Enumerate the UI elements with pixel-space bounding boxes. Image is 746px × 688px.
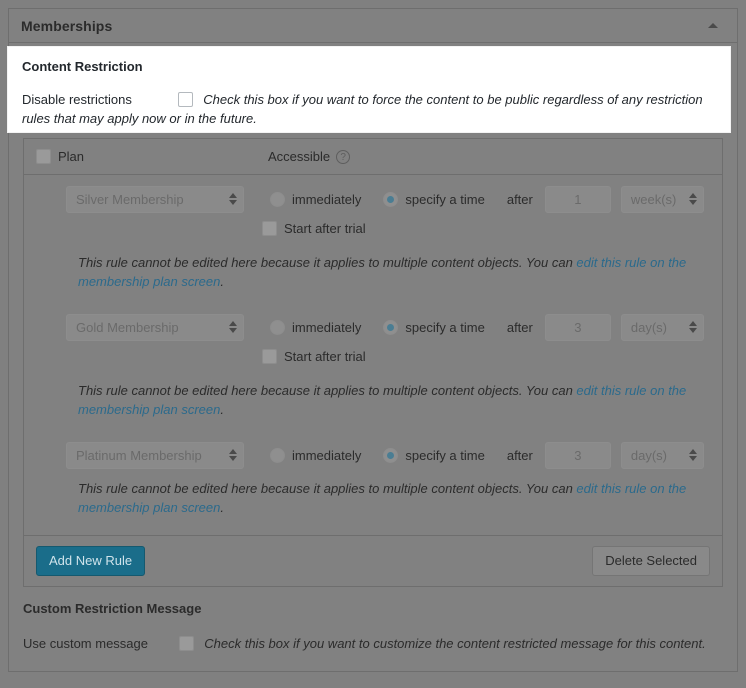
chevron-updown-icon [229,449,237,461]
chevron-updown-icon [688,321,697,333]
use-custom-message-description: Check this box if you want to customize … [204,636,706,651]
radio-immediately-label: immediately [292,191,362,207]
accessible-radio-group: immediately specify a time [270,319,507,335]
use-custom-message-label: Use custom message [23,636,148,651]
plan-select[interactable]: Gold Membership [66,313,244,341]
radio-immediately[interactable] [270,191,285,207]
chevron-updown-icon [229,193,237,205]
rule-notice-suffix: . [220,402,224,417]
rule-notice-suffix: . [220,500,224,515]
radio-specify-time-label: specify a time [405,319,485,335]
access-unit-select[interactable]: day(s) [620,313,704,341]
restriction-rules-table: Plan Accessible ? Silver Membership imme… [23,138,723,587]
access-unit-select[interactable]: week(s) [620,185,704,213]
content-restriction-section-title: Content Restriction [22,59,143,74]
page-title: Memberships [21,17,113,34]
plan-select-value: Platinum Membership [76,447,202,463]
access-unit-value: day(s) [630,319,667,335]
after-label: after [506,447,533,463]
disable-restrictions-row: Disable restrictions Check this box if y… [22,90,716,128]
access-unit-select[interactable]: day(s) [620,441,704,469]
plan-select[interactable]: Silver Membership [66,185,244,213]
caret-up-icon [708,23,718,28]
use-custom-message-checkbox[interactable] [178,636,194,651]
rule-row: Gold Membership immediately specify a ti… [24,303,722,431]
plan-select-value: Silver Membership [76,191,184,207]
start-after-trial-checkbox[interactable] [262,220,277,236]
rule-notice: This rule cannot be edited here because … [36,371,710,431]
custom-restriction-message-section: Custom Restriction Message Use custom me… [9,587,737,671]
delete-selected-button[interactable]: Delete Selected [592,546,710,576]
rule-notice-prefix: This rule cannot be edited here because … [78,255,577,270]
use-custom-message-row: Use custom message Check this box if you… [23,634,723,653]
rule-controls: Silver Membership immediately specify a … [36,185,710,213]
trial-row: Start after trial [36,213,710,243]
rules-table-header: Plan Accessible ? [24,139,722,175]
start-after-trial-checkbox[interactable] [262,348,277,364]
column-header-accessible-label: Accessible [268,149,331,164]
after-label: after [506,191,533,207]
start-after-trial-label: Start after trial [284,220,366,236]
help-icon[interactable]: ? [336,149,351,164]
rule-notice-suffix: . [220,274,224,289]
access-unit-value: day(s) [630,447,667,463]
radio-specify-time[interactable] [383,319,399,335]
rule-notice-prefix: This rule cannot be edited here because … [78,383,577,398]
accessible-radio-group: immediately specify a time [270,447,507,463]
content-restriction-spotlight: Content Restriction Disable restrictions… [8,47,730,132]
radio-specify-time-label: specify a time [405,447,485,463]
radio-immediately[interactable] [270,319,285,335]
rules-actions-bar: Add New Rule Delete Selected [24,535,722,586]
disable-restrictions-checkbox[interactable] [177,92,193,107]
add-new-rule-button[interactable]: Add New Rule [36,546,146,576]
trial-row: Start after trial [36,341,710,371]
membership-plan-screen-link[interactable]: membership plan screen [78,500,220,515]
radio-specify-time[interactable] [383,447,399,463]
column-header-plan-label: Plan [58,149,85,164]
metabox-body: Plan Accessible ? Silver Membership imme… [9,43,737,671]
plan-select[interactable]: Platinum Membership [66,441,244,469]
membership-plan-screen-link[interactable]: membership plan screen [78,402,220,417]
access-amount-input[interactable]: 3 [544,313,611,341]
edit-rule-link[interactable]: edit this rule on the [576,481,686,496]
radio-specify-time[interactable] [383,191,399,207]
rule-notice-prefix: This rule cannot be edited here because … [78,481,577,496]
custom-message-section-title: Custom Restriction Message [23,601,202,616]
rule-controls: Platinum Membership immediately specify … [36,441,710,469]
rule-controls: Gold Membership immediately specify a ti… [36,313,710,341]
accessible-radio-group: immediately specify a time [270,191,507,207]
after-label: after [506,319,533,335]
edit-rule-link[interactable]: edit this rule on the [576,255,686,270]
rule-row: Platinum Membership immediately specify … [24,431,722,529]
radio-specify-time-label: specify a time [405,191,485,207]
column-header-plan: Plan [36,149,268,164]
access-unit-value: week(s) [630,191,677,207]
metabox-header: Memberships [9,9,737,43]
rule-notice: This rule cannot be edited here because … [36,243,710,303]
edit-rule-link[interactable]: edit this rule on the [576,383,686,398]
disable-restrictions-label: Disable restrictions [22,92,132,107]
select-all-checkbox[interactable] [36,149,51,164]
collapse-toggle-button[interactable] [699,9,727,42]
chevron-updown-icon [688,449,697,461]
radio-immediately-label: immediately [292,447,362,463]
rule-row: Silver Membership immediately specify a … [24,175,722,303]
dimmed-page-overlay: Memberships Plan Accessible ? Silver Mem… [0,0,746,688]
start-after-trial-label: Start after trial [284,348,366,364]
rule-notice: This rule cannot be edited here because … [36,469,710,529]
access-amount-input[interactable]: 1 [544,185,611,213]
access-amount-input[interactable]: 3 [544,441,611,469]
column-header-accessible: Accessible ? [268,149,351,164]
radio-immediately-label: immediately [292,319,362,335]
rules-section: Plan Accessible ? Silver Membership imme… [23,128,723,587]
chevron-updown-icon [229,321,237,333]
membership-plan-screen-link[interactable]: membership plan screen [78,274,220,289]
plan-select-value: Gold Membership [76,319,179,335]
chevron-updown-icon [688,193,697,205]
radio-immediately[interactable] [270,447,285,463]
